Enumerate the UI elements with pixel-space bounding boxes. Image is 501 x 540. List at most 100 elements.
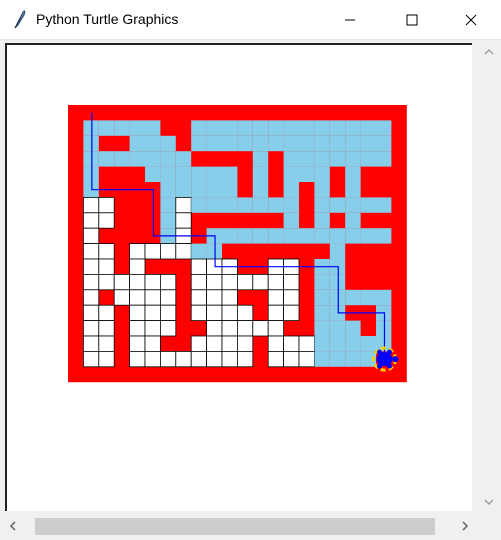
maze-cell-visited xyxy=(175,182,192,198)
maze-cell-open xyxy=(206,304,223,322)
maze-cell-visited xyxy=(299,166,315,182)
maze-cell-visited xyxy=(191,135,207,152)
maze-cell-open xyxy=(283,304,300,322)
maze-cell-visited xyxy=(206,166,222,182)
maze-cell-open xyxy=(283,289,300,306)
maze-drawing xyxy=(68,105,407,383)
maze-cell-visited xyxy=(98,151,115,167)
maze-cell-visited xyxy=(345,182,361,198)
maze-cell-visited xyxy=(83,166,99,182)
maze-cell-visited xyxy=(222,228,238,244)
maze-cell-visited xyxy=(206,120,222,136)
maze-cell-visited xyxy=(160,182,176,198)
maze-cell-visited xyxy=(129,120,145,136)
maze-cell-visited xyxy=(283,135,299,152)
maze-cell-open xyxy=(206,289,223,306)
maze-cell-visited xyxy=(314,151,330,167)
maze-cell-open xyxy=(236,304,254,322)
vertical-scrollbar[interactable] xyxy=(477,41,501,513)
maze-cell-visited xyxy=(314,228,330,244)
maze-cell-open xyxy=(98,273,115,291)
maze-cell-open xyxy=(252,320,269,337)
maze-cell-open xyxy=(190,304,207,322)
maze-cell-visited xyxy=(360,135,376,152)
maze-cell-open xyxy=(221,320,238,337)
maze-cell-visited xyxy=(345,166,361,182)
maze-cell-visited xyxy=(252,166,269,182)
maze-cell-open xyxy=(175,350,192,368)
maze-cell-visited xyxy=(314,212,330,229)
close-button[interactable] xyxy=(448,0,494,39)
maze-cell-open xyxy=(298,335,315,352)
maze-cell-visited xyxy=(360,228,376,244)
maze-cell-visited xyxy=(206,243,222,259)
maze-cell-open xyxy=(267,350,285,368)
maze-cell-open xyxy=(159,304,177,322)
horizontal-scroll-thumb[interactable] xyxy=(35,518,435,535)
maze-cell-open xyxy=(83,212,100,229)
chevron-right-icon[interactable] xyxy=(457,518,473,534)
maze-cell-visited xyxy=(360,289,376,306)
maze-cell-open xyxy=(283,350,300,368)
maze-cell-open xyxy=(144,243,161,260)
maze-cell-visited xyxy=(160,197,176,213)
maze-cell-visited xyxy=(83,135,99,152)
maze-cell-open xyxy=(190,350,207,368)
maze-cell-visited xyxy=(360,151,376,167)
chevron-down-icon[interactable] xyxy=(481,494,497,510)
maze-cell-visited xyxy=(175,166,192,182)
chevron-left-icon[interactable] xyxy=(5,518,21,534)
maze-cell-open xyxy=(144,335,161,352)
title-bar[interactable]: Python Turtle Graphics xyxy=(0,0,501,40)
chevron-up-icon[interactable] xyxy=(481,44,497,60)
maze-cell-visited xyxy=(160,212,176,229)
maze-cell-open xyxy=(113,273,130,291)
maze-cell-open xyxy=(175,212,192,229)
maze-cell-visited xyxy=(329,135,346,152)
feather-icon xyxy=(11,9,29,29)
maze-cell-visited xyxy=(98,120,115,136)
maze-cell-visited xyxy=(314,182,330,198)
minimize-button[interactable] xyxy=(327,0,373,39)
window-title: Python Turtle Graphics xyxy=(36,11,179,27)
maze-cell-visited xyxy=(314,197,330,213)
maze-cell-visited xyxy=(222,120,238,136)
maze-cell-open xyxy=(129,320,146,337)
maze-cell-open xyxy=(98,258,115,275)
maze-cell-open xyxy=(206,320,223,337)
maze-cell-visited xyxy=(360,197,376,213)
maze-cell-visited xyxy=(314,305,330,321)
maze-cell-open xyxy=(252,273,269,291)
maze-cell-visited xyxy=(191,120,207,136)
maze-cell-open xyxy=(221,335,238,352)
maze-cell-open xyxy=(175,196,192,214)
maze-cell-open xyxy=(83,335,100,352)
maze-cell-visited xyxy=(345,135,361,152)
maze-cell-open xyxy=(83,243,100,260)
maze-cell-visited xyxy=(314,336,330,352)
maze-cell-open xyxy=(83,227,100,244)
maze-cell-open xyxy=(236,335,254,352)
maze-cell-open xyxy=(98,196,115,214)
maze-cell-open xyxy=(129,289,146,306)
maze-cell-visited xyxy=(283,212,299,229)
maze-cell-visited xyxy=(145,120,161,136)
maze-cell-open xyxy=(144,304,161,322)
maze-cell-visited xyxy=(283,228,299,244)
maze-cell-open xyxy=(267,304,285,322)
maze-cell-visited xyxy=(252,151,269,167)
maze-cell-open xyxy=(267,289,285,306)
maximize-button[interactable] xyxy=(389,0,435,39)
maze-cell-open xyxy=(83,320,100,337)
maze-cell-visited xyxy=(129,135,145,152)
maze-cell-visited xyxy=(283,120,299,136)
maze-cell-open xyxy=(267,320,285,337)
maze-cell-open xyxy=(83,258,100,275)
maze-cell-open xyxy=(83,304,100,322)
maze-cell-visited xyxy=(329,151,346,167)
turtle-canvas[interactable] xyxy=(5,43,472,511)
maze-cell-open xyxy=(129,243,146,260)
maze-cell-visited xyxy=(345,336,361,352)
maze-cell-open xyxy=(129,273,146,291)
maze-cell-visited xyxy=(376,320,392,336)
